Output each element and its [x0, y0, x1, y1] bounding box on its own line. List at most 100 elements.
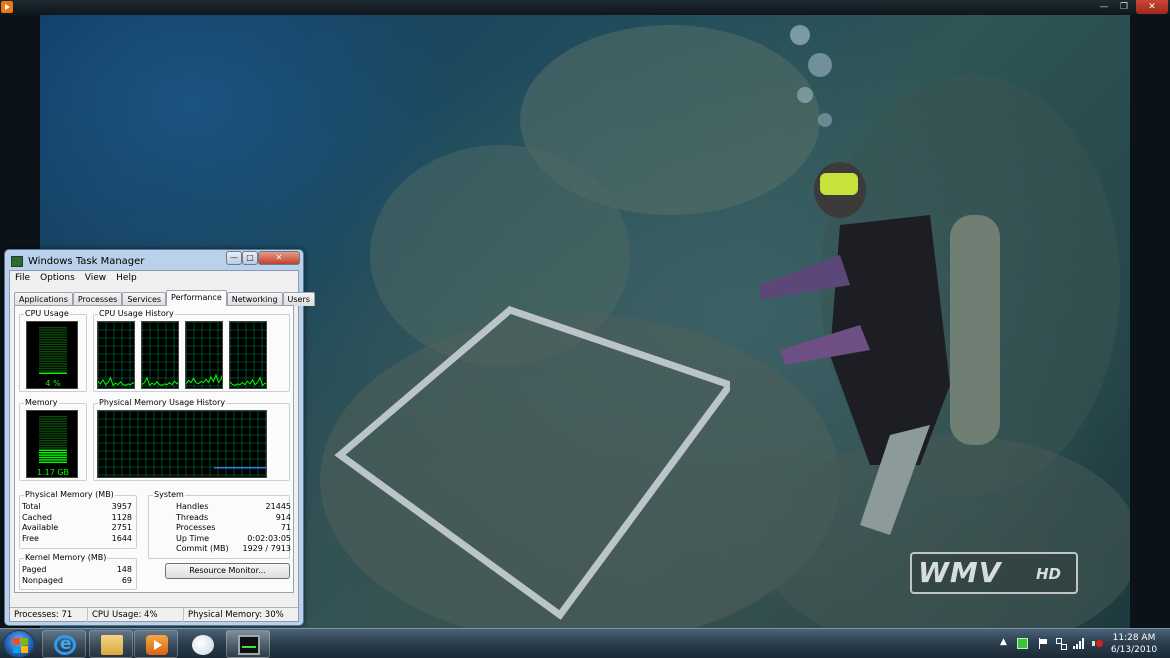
task-manager-app-icon: [11, 255, 23, 267]
wmv-watermark-text: WMV: [918, 556, 1002, 589]
player-close-button[interactable]: ✕: [1136, 0, 1168, 14]
cpu-usage-group: CPU Usage 4 %: [19, 309, 87, 392]
meter-segment: [39, 454, 67, 456]
survey-quadrat-frame: [334, 306, 730, 620]
meter-segment: [39, 327, 67, 329]
meter-segment: [39, 456, 67, 459]
stat-value: 2751: [111, 523, 132, 532]
cpu-history-line: [230, 376, 266, 387]
meter-segment: [39, 430, 67, 432]
network-icon[interactable]: [1056, 638, 1067, 650]
media-player-app-icon: [1, 1, 13, 13]
stat-value: 0:02:03:05: [247, 533, 291, 543]
diver-tank: [950, 215, 1000, 445]
media-player-icon: [146, 635, 168, 655]
meter-segment: [39, 363, 67, 365]
meter-segment: [39, 423, 67, 425]
file-explorer-icon: [101, 635, 123, 655]
stat-label: Processes: [176, 523, 216, 532]
player-maximize-button[interactable]: ❐: [1114, 0, 1134, 14]
taskbar-media-player[interactable]: [134, 630, 178, 658]
system-group: System Handles 21445 Threads 914 Processes 71…: [148, 490, 292, 559]
taskbar-paint[interactable]: [180, 630, 224, 658]
meter-segment: [39, 459, 67, 461]
stat-value: 71: [280, 523, 291, 532]
meter-segment: [39, 416, 67, 418]
task-manager-icon: [238, 635, 260, 655]
stat-value: 1929 / 7913: [242, 544, 292, 553]
show-hidden-icons-button[interactable]: ▲: [1000, 637, 1007, 647]
hd-watermark-badge: HD: [1036, 565, 1062, 583]
start-button[interactable]: [3, 630, 35, 658]
meter-segment: [39, 372, 67, 374]
task-manager-titlebar[interactable]: Windows Task Manager: [11, 254, 144, 268]
player-titlebar: — ❐ ✕: [0, 0, 1170, 15]
taskbar-file-explorer[interactable]: [89, 630, 133, 658]
meter-segment: [39, 351, 67, 353]
maximize-button[interactable]: □: [242, 251, 258, 265]
meter-segment: [39, 428, 67, 430]
menu-bar: File Options View Help: [10, 271, 298, 286]
taskbar: ▲ 11:28 AM 6/13/2010: [0, 628, 1170, 658]
stat-value: 69: [121, 575, 132, 585]
resource-monitor-button[interactable]: Resource Monitor...: [165, 563, 290, 579]
diver-mask: [820, 173, 858, 195]
quadrat-outline: [334, 306, 730, 620]
meter-segment: [39, 418, 67, 420]
kernel-memory-label: Kernel Memory (MB): [24, 553, 108, 562]
tab-services[interactable]: Services: [122, 292, 167, 306]
volume-muted-icon[interactable]: [1092, 638, 1103, 649]
task-manager-window[interactable]: Windows Task Manager — □ ✕ File Options …: [4, 249, 315, 626]
memory-history-graph: [97, 410, 267, 478]
windows-logo-icon: [13, 638, 28, 653]
tab-applications[interactable]: Applications: [14, 292, 73, 306]
meter-segment: [39, 440, 67, 442]
stat-label: Up Time: [176, 533, 210, 543]
meter-segment: [39, 341, 67, 343]
system-label: System: [153, 490, 185, 499]
bubble: [818, 113, 832, 127]
meter-segment: [39, 452, 67, 454]
window-title: Windows Task Manager: [28, 255, 145, 267]
stat-label: Free: [22, 533, 39, 543]
menu-file[interactable]: File: [10, 271, 35, 286]
menu-view[interactable]: View: [80, 271, 111, 286]
meter-segment: [39, 336, 67, 338]
tab-networking[interactable]: Networking: [226, 292, 283, 306]
tab-performance[interactable]: Performance: [166, 290, 227, 306]
internet-explorer-icon: [54, 634, 76, 655]
action-center-flag-icon[interactable]: [1038, 638, 1049, 649]
diver-figure: [760, 162, 1000, 535]
tab-strip: Applications Processes Services Performa…: [14, 290, 315, 306]
close-button[interactable]: ✕: [258, 251, 300, 265]
clock-date: 6/13/2010: [1110, 645, 1158, 655]
meter-segment: [39, 444, 67, 447]
system-clock[interactable]: 11:28 AM 6/13/2010: [1110, 632, 1158, 656]
bubble: [790, 25, 810, 45]
meter-segment: [39, 343, 67, 346]
menu-options[interactable]: Options: [35, 271, 80, 286]
menu-help[interactable]: Help: [111, 271, 142, 286]
cpu-core-history-graph: [185, 321, 223, 389]
meter-segment: [39, 329, 67, 331]
player-minimize-button[interactable]: —: [1094, 0, 1114, 14]
meter-segment: [39, 432, 67, 435]
status-cpu-usage: CPU Usage: 4%: [88, 608, 184, 622]
taskbar-internet-explorer[interactable]: [42, 630, 86, 658]
stat-value: 1644: [111, 533, 132, 543]
meter-segment: [39, 355, 67, 358]
tab-processes[interactable]: Processes: [72, 292, 123, 306]
meter-segment: [39, 442, 67, 444]
status-bar: Processes: 71 CPU Usage: 4% Physical Mem…: [10, 607, 298, 622]
tab-users[interactable]: Users: [282, 292, 315, 306]
bubble: [808, 53, 832, 77]
memory-label: Memory: [24, 398, 59, 407]
meter-segment: [39, 360, 67, 362]
signal-strength-icon[interactable]: [1073, 638, 1084, 649]
task-manager-tray-icon[interactable]: [1017, 638, 1028, 649]
minimize-button[interactable]: —: [226, 251, 242, 265]
status-processes: Processes: 71: [10, 608, 88, 622]
taskbar-task-manager[interactable]: [226, 630, 270, 658]
wmv-hd-watermark: WMV HD: [910, 552, 1078, 594]
meter-segment: [39, 425, 67, 427]
